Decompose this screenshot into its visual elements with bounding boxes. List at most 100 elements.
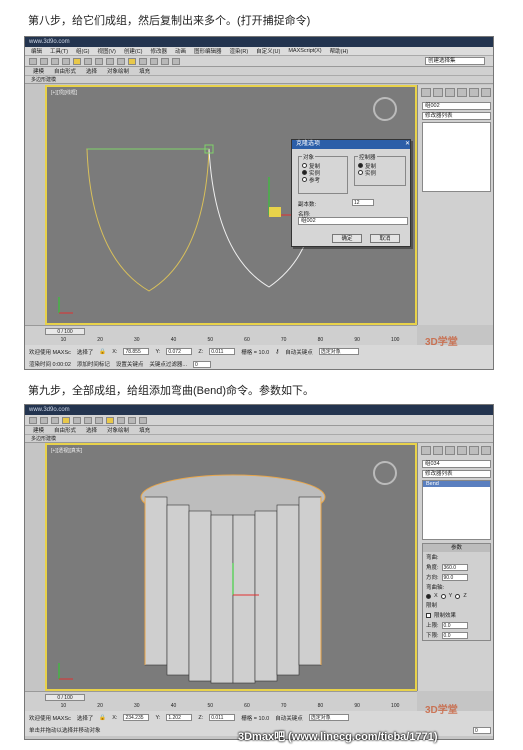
scale-icon[interactable] [95, 416, 103, 424]
menu-item[interactable]: 工具(T) [50, 47, 68, 55]
link-icon[interactable] [51, 57, 59, 65]
ribbon-tab[interactable]: 填充 [139, 67, 150, 75]
align-icon[interactable] [161, 57, 169, 65]
key-filter-button[interactable]: 关键点过滤器... [149, 360, 187, 368]
move-icon[interactable] [95, 57, 103, 65]
select-region-icon[interactable] [84, 57, 92, 65]
modify-tab-icon[interactable] [433, 88, 443, 97]
angle-spinner[interactable]: 360.0 [441, 563, 468, 571]
align-icon[interactable] [128, 416, 136, 424]
time-slider[interactable]: 0 / 100 [45, 328, 85, 335]
rollout-header[interactable]: 参数 [423, 544, 490, 552]
menu-item[interactable]: 编辑 [31, 47, 42, 55]
set-key-button[interactable]: 设置关键点 [116, 360, 144, 368]
modifier-list-dropdown[interactable]: 修改器列表 [422, 112, 491, 120]
menu-item[interactable]: 渲染(R) [230, 47, 249, 55]
mirror-icon[interactable] [150, 57, 158, 65]
lower-limit-spinner[interactable]: 0.0 [441, 631, 468, 639]
direction-spinner[interactable]: 90.0 [441, 573, 468, 581]
select-icon[interactable] [62, 416, 70, 424]
x-coordinate-field[interactable]: 78.855 [123, 348, 150, 355]
motion-tab-icon[interactable] [457, 88, 467, 97]
angle-snap-icon[interactable] [139, 57, 147, 65]
lock-icon[interactable]: 🔒 [99, 349, 106, 355]
menu-item[interactable]: 组(G) [76, 47, 89, 55]
menu-item[interactable]: 创建(C) [124, 47, 143, 55]
hierarchy-tab-icon[interactable] [445, 446, 455, 455]
autokey-button[interactable]: 自动关键点 [285, 348, 313, 356]
add-time-tag-button[interactable]: 添加时间标记 [77, 360, 110, 368]
create-tab-icon[interactable] [421, 446, 431, 455]
menu-item[interactable]: 帮助(H) [330, 47, 349, 55]
move-icon[interactable] [73, 416, 81, 424]
modifier-stack[interactable] [422, 122, 491, 192]
selection-mode-dropdown[interactable]: 选定对象 [318, 348, 359, 355]
viewcube-icon[interactable] [373, 97, 397, 121]
modify-tab-icon[interactable] [433, 446, 443, 455]
selection-set-input[interactable]: 创建选择集 [425, 57, 485, 65]
axis-y-radio[interactable] [440, 593, 446, 599]
menu-item[interactable]: 视图(V) [98, 47, 116, 55]
axis-x-radio[interactable] [426, 593, 431, 599]
z-coordinate-field[interactable]: 0.011 [209, 714, 236, 721]
x-coordinate-field[interactable]: 234.235 [123, 714, 150, 721]
cancel-button[interactable]: 取消 [370, 234, 400, 243]
close-icon[interactable]: ✕ [405, 140, 410, 149]
viewcube-icon[interactable] [373, 461, 397, 485]
object-reference-radio[interactable]: 参考 [302, 176, 344, 184]
viewport-perspective[interactable]: [+][透视][真实] [45, 443, 417, 691]
controller-instance-radio[interactable]: 实例 [358, 169, 402, 177]
display-tab-icon[interactable] [469, 446, 479, 455]
mirror-icon[interactable] [117, 416, 125, 424]
link-icon[interactable] [51, 416, 59, 424]
viewport-top[interactable]: [+][顶][线框] 克隆选项 ✕ 对象 复制 实例 参考 控制器 复制 实例 … [45, 85, 417, 325]
ribbon-tab[interactable]: 填充 [139, 426, 150, 434]
menu-item[interactable]: MAXScript(X) [288, 48, 321, 54]
render-icon[interactable] [172, 57, 180, 65]
y-coordinate-field[interactable]: 1.202 [166, 714, 193, 721]
snap-icon[interactable] [106, 416, 114, 424]
y-coordinate-field[interactable]: 0.072 [166, 348, 193, 355]
object-name-field[interactable]: 组034 [422, 460, 491, 468]
ribbon-tab[interactable]: 自由形式 [54, 426, 76, 434]
menu-item[interactable]: 图形编辑器 [194, 47, 222, 55]
ok-button[interactable]: 确定 [332, 234, 362, 243]
object-name-field[interactable]: 组002 [422, 102, 491, 110]
frame-field[interactable]: 0 [193, 360, 212, 368]
ribbon-tab[interactable]: 对象绘制 [107, 426, 129, 434]
autokey-button[interactable]: 自动关键点 [275, 714, 303, 722]
frame-field[interactable]: 0 [473, 726, 491, 734]
ribbon-tab[interactable]: 对象绘制 [107, 67, 129, 75]
menu-item[interactable]: 修改器 [150, 47, 167, 55]
axis-z-radio[interactable] [455, 593, 461, 599]
redo-icon[interactable] [40, 57, 48, 65]
ribbon-tab[interactable]: 建模 [33, 67, 44, 75]
rotate-icon[interactable] [106, 57, 114, 65]
lock-icon[interactable]: 🔒 [99, 715, 106, 721]
stack-item-bend[interactable]: Bend [423, 481, 490, 487]
key-icon[interactable]: ⚷ [275, 349, 279, 355]
scale-icon[interactable] [117, 57, 125, 65]
ribbon-tab[interactable]: 选择 [86, 426, 97, 434]
modifier-list-dropdown[interactable]: 修改器列表 [422, 470, 491, 478]
render-icon[interactable] [139, 416, 147, 424]
unlink-icon[interactable] [62, 57, 70, 65]
undo-icon[interactable] [29, 416, 37, 424]
undo-icon[interactable] [29, 57, 37, 65]
menu-item[interactable]: 动画 [175, 47, 186, 55]
create-tab-icon[interactable] [421, 88, 431, 97]
ribbon-tab[interactable]: 选择 [86, 67, 97, 75]
time-slider[interactable]: 0 / 100 [45, 694, 85, 701]
z-coordinate-field[interactable]: 0.011 [209, 348, 236, 355]
ribbon-tab[interactable]: 建模 [33, 426, 44, 434]
name-input[interactable]: 组002 [298, 217, 408, 225]
modifier-stack[interactable]: Bend [422, 480, 491, 540]
menu-item[interactable]: 自定义(U) [256, 47, 280, 55]
selection-mode-dropdown[interactable]: 选定对象 [308, 714, 349, 721]
hierarchy-tab-icon[interactable] [445, 88, 455, 97]
snap-icon[interactable] [128, 57, 136, 65]
motion-tab-icon[interactable] [457, 446, 467, 455]
copies-spinner[interactable]: 12 [352, 199, 374, 206]
select-icon[interactable] [73, 57, 81, 65]
limit-effect-checkbox[interactable] [426, 612, 431, 618]
